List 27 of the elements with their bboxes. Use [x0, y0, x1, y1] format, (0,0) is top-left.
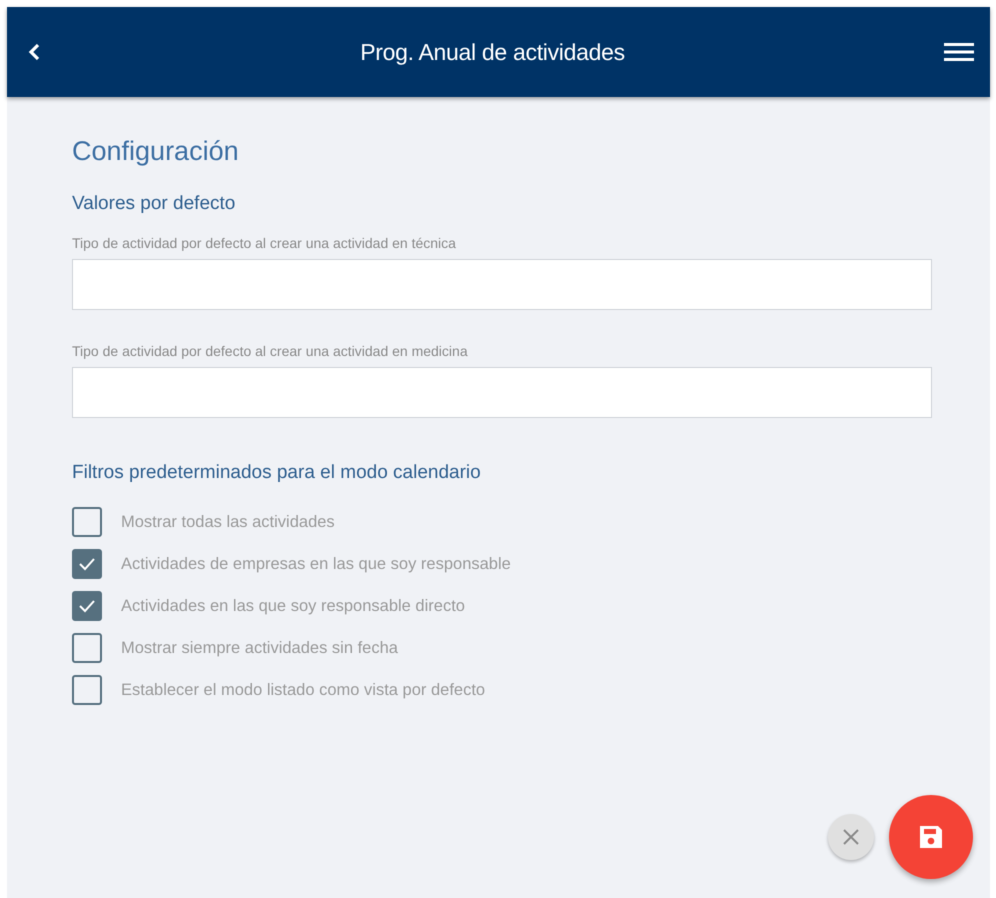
menu-button[interactable]: [944, 42, 974, 62]
chevron-left-icon: [27, 42, 41, 62]
checkmark-icon: [78, 598, 96, 613]
page-title: Configuración: [72, 135, 240, 168]
checkbox-label: Mostrar todas las actividades: [121, 512, 335, 533]
section-title: Valores por defecto: [72, 193, 236, 216]
checkbox-label: Actividades de empresas en las que soy responsable: [121, 554, 511, 575]
field-label: Tipo de actividad por defecto al crear una actividad en técnica: [72, 234, 456, 254]
checkbox-label: Establecer el modo listado como vista por defecto: [121, 680, 486, 701]
back-button[interactable]: [27, 42, 41, 62]
checkmark-icon: [78, 556, 96, 571]
checkbox[interactable]: [72, 590, 102, 621]
cancel-button[interactable]: [828, 814, 874, 860]
input-field[interactable]: [72, 367, 932, 418]
close-icon: [842, 828, 860, 846]
app-title: Prog. Anual de actividades: [360, 38, 625, 67]
checkbox-label: Actividades en las que soy responsable directo: [121, 596, 465, 617]
menu-icon: [944, 42, 974, 62]
field-label: Tipo de actividad por defecto al crear una actividad en medicina: [72, 342, 468, 362]
section-title: Filtros predeterminados para el modo calendario: [72, 462, 482, 485]
checkbox[interactable]: [72, 506, 102, 537]
checkbox[interactable]: [72, 548, 102, 579]
checkbox[interactable]: [72, 674, 102, 705]
checkbox[interactable]: [72, 632, 102, 663]
save-button[interactable]: [889, 795, 973, 879]
checkbox-label: Mostrar siempre actividades sin fecha: [121, 638, 398, 659]
input-field[interactable]: [72, 259, 932, 310]
